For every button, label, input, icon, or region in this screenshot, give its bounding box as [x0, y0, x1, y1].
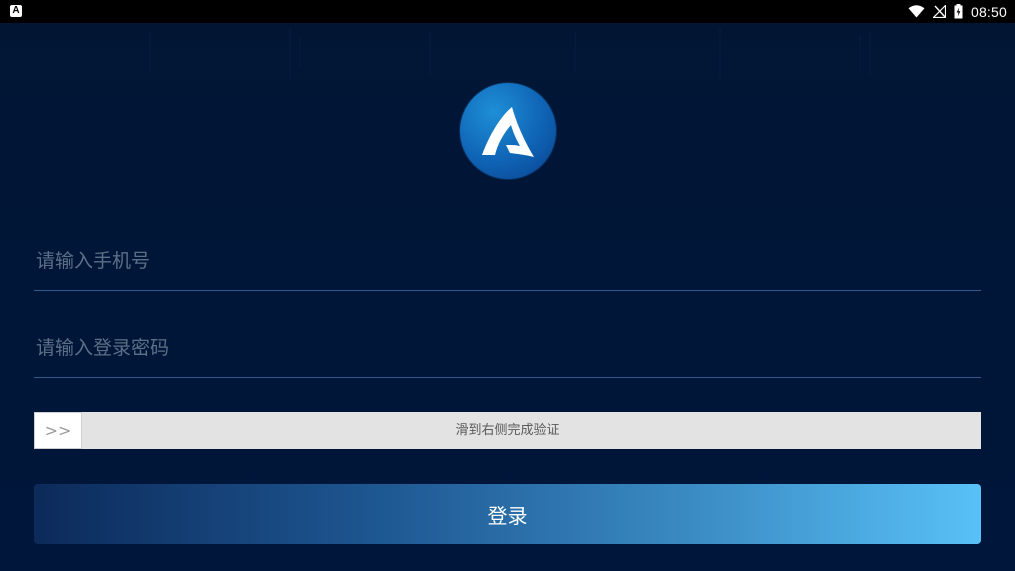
status-bar: A 08:50 [0, 0, 1015, 23]
wifi-icon [908, 5, 925, 18]
password-input[interactable] [34, 331, 985, 365]
status-bar-right: 08:50 [908, 0, 1007, 23]
phone-field [34, 230, 985, 291]
slide-verify-handle[interactable]: >> [34, 412, 82, 449]
background-texture [149, 28, 871, 78]
login-button[interactable]: 登录 [34, 484, 981, 544]
password-field [34, 317, 985, 378]
status-time: 08:50 [970, 3, 1007, 20]
phone-input[interactable] [34, 244, 985, 278]
login-screen: A 08:50 请输入手机号 滑到右侧完成验证 >> 登录 [0, 0, 1015, 571]
battery-charging-icon [954, 4, 963, 19]
slide-verify-track[interactable]: 滑到右侧完成验证 >> [34, 412, 981, 449]
no-signal-icon [932, 5, 946, 18]
slide-verify-text: 滑到右侧完成验证 [455, 423, 560, 438]
app-notification-icon: A [10, 5, 22, 17]
brand-logo-icon [460, 83, 556, 179]
double-chevron-right-icon: >> [44, 421, 72, 440]
